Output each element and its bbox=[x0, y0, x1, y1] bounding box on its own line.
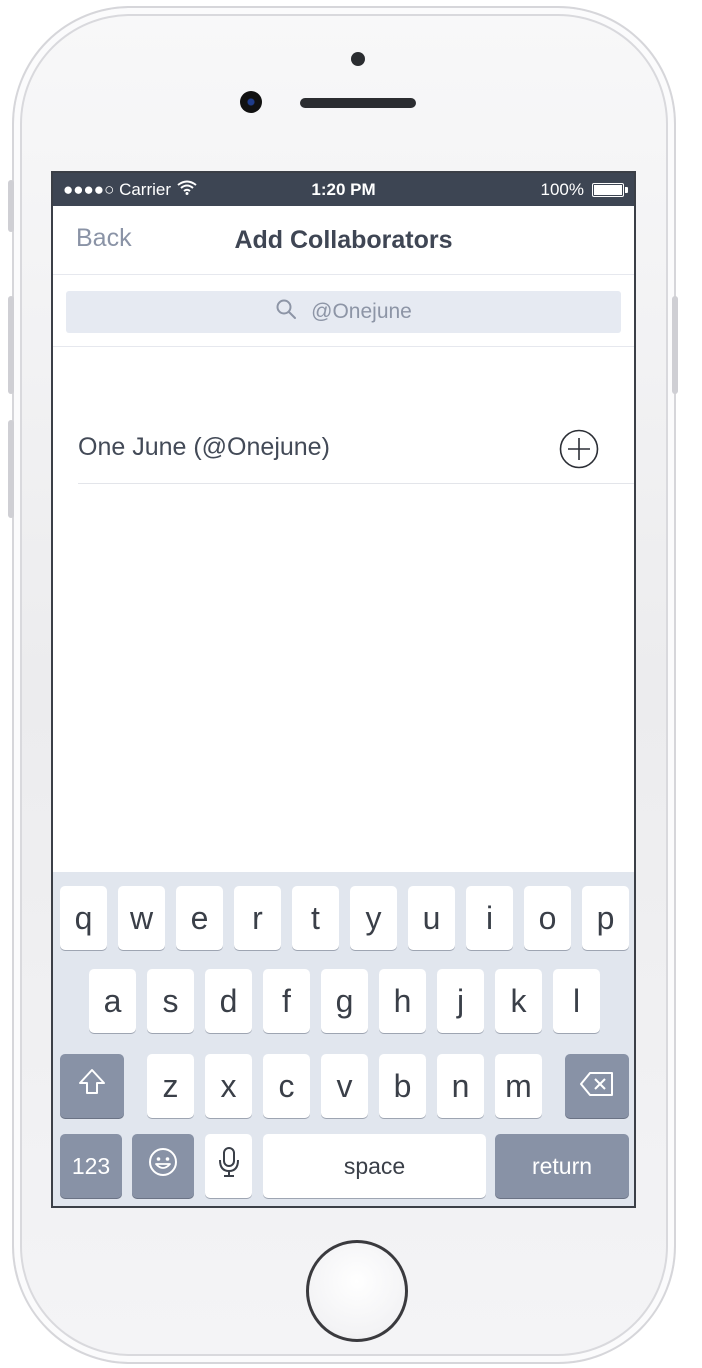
volume-up-button bbox=[8, 296, 14, 394]
battery-percent: 100% bbox=[540, 180, 584, 199]
key-z[interactable]: z bbox=[147, 1054, 194, 1118]
shift-key[interactable] bbox=[60, 1054, 124, 1118]
key-a[interactable]: a bbox=[89, 969, 136, 1033]
key-b[interactable]: b bbox=[379, 1054, 426, 1118]
key-h[interactable]: h bbox=[379, 969, 426, 1033]
key-e[interactable]: e bbox=[176, 886, 223, 950]
add-circle-icon[interactable] bbox=[559, 429, 599, 469]
numbers-key[interactable]: 123 bbox=[60, 1134, 122, 1198]
key-m[interactable]: m bbox=[495, 1054, 542, 1118]
return-key[interactable]: return bbox=[495, 1134, 629, 1198]
key-d[interactable]: d bbox=[205, 969, 252, 1033]
key-n[interactable]: n bbox=[437, 1054, 484, 1118]
key-r[interactable]: r bbox=[234, 886, 281, 950]
key-q[interactable]: q bbox=[60, 886, 107, 950]
battery-icon bbox=[592, 183, 628, 197]
list-item: One June (@Onejune) bbox=[78, 409, 634, 484]
key-c[interactable]: c bbox=[263, 1054, 310, 1118]
dictation-key[interactable] bbox=[205, 1134, 252, 1198]
search-icon bbox=[275, 298, 297, 326]
search-input[interactable]: @Onejune bbox=[66, 291, 621, 333]
key-u[interactable]: u bbox=[408, 886, 455, 950]
shift-icon bbox=[76, 1066, 108, 1106]
key-g[interactable]: g bbox=[321, 969, 368, 1033]
key-y[interactable]: y bbox=[350, 886, 397, 950]
key-t[interactable]: t bbox=[292, 886, 339, 950]
power-button bbox=[672, 296, 678, 394]
screen: ●●●●○ Carrier 1:20 PM 100% Back Add Coll… bbox=[51, 171, 636, 1208]
emoji-icon bbox=[147, 1146, 179, 1186]
backspace-icon bbox=[579, 1068, 615, 1105]
status-bar: ●●●●○ Carrier 1:20 PM 100% bbox=[53, 173, 634, 206]
emoji-key[interactable] bbox=[132, 1134, 194, 1198]
key-j[interactable]: j bbox=[437, 969, 484, 1033]
navigation-bar: Back Add Collaborators bbox=[53, 206, 634, 275]
key-v[interactable]: v bbox=[321, 1054, 368, 1118]
key-l[interactable]: l bbox=[553, 969, 600, 1033]
key-o[interactable]: o bbox=[524, 886, 571, 950]
key-x[interactable]: x bbox=[205, 1054, 252, 1118]
space-key[interactable]: space bbox=[263, 1134, 486, 1198]
volume-down-button bbox=[8, 420, 14, 518]
search-query: @Onejune bbox=[311, 300, 412, 323]
backspace-key[interactable] bbox=[565, 1054, 629, 1118]
mute-switch bbox=[8, 180, 14, 232]
status-right: 100% bbox=[540, 180, 628, 200]
microphone-icon bbox=[218, 1146, 240, 1186]
key-i[interactable]: i bbox=[466, 886, 513, 950]
home-button[interactable] bbox=[306, 1240, 408, 1342]
keyboard: q w e r t y u i o p a s d f g h j k l z … bbox=[53, 872, 634, 1206]
page-title: Add Collaborators bbox=[234, 226, 453, 254]
front-camera bbox=[240, 91, 262, 113]
search-bar: @Onejune bbox=[53, 275, 634, 347]
earpiece-speaker bbox=[300, 98, 416, 108]
key-f[interactable]: f bbox=[263, 969, 310, 1033]
key-p[interactable]: p bbox=[582, 886, 629, 950]
key-w[interactable]: w bbox=[118, 886, 165, 950]
proximity-sensor bbox=[351, 52, 365, 66]
key-s[interactable]: s bbox=[147, 969, 194, 1033]
key-k[interactable]: k bbox=[495, 969, 542, 1033]
collaborator-name: One June (@Onejune) bbox=[78, 433, 330, 461]
